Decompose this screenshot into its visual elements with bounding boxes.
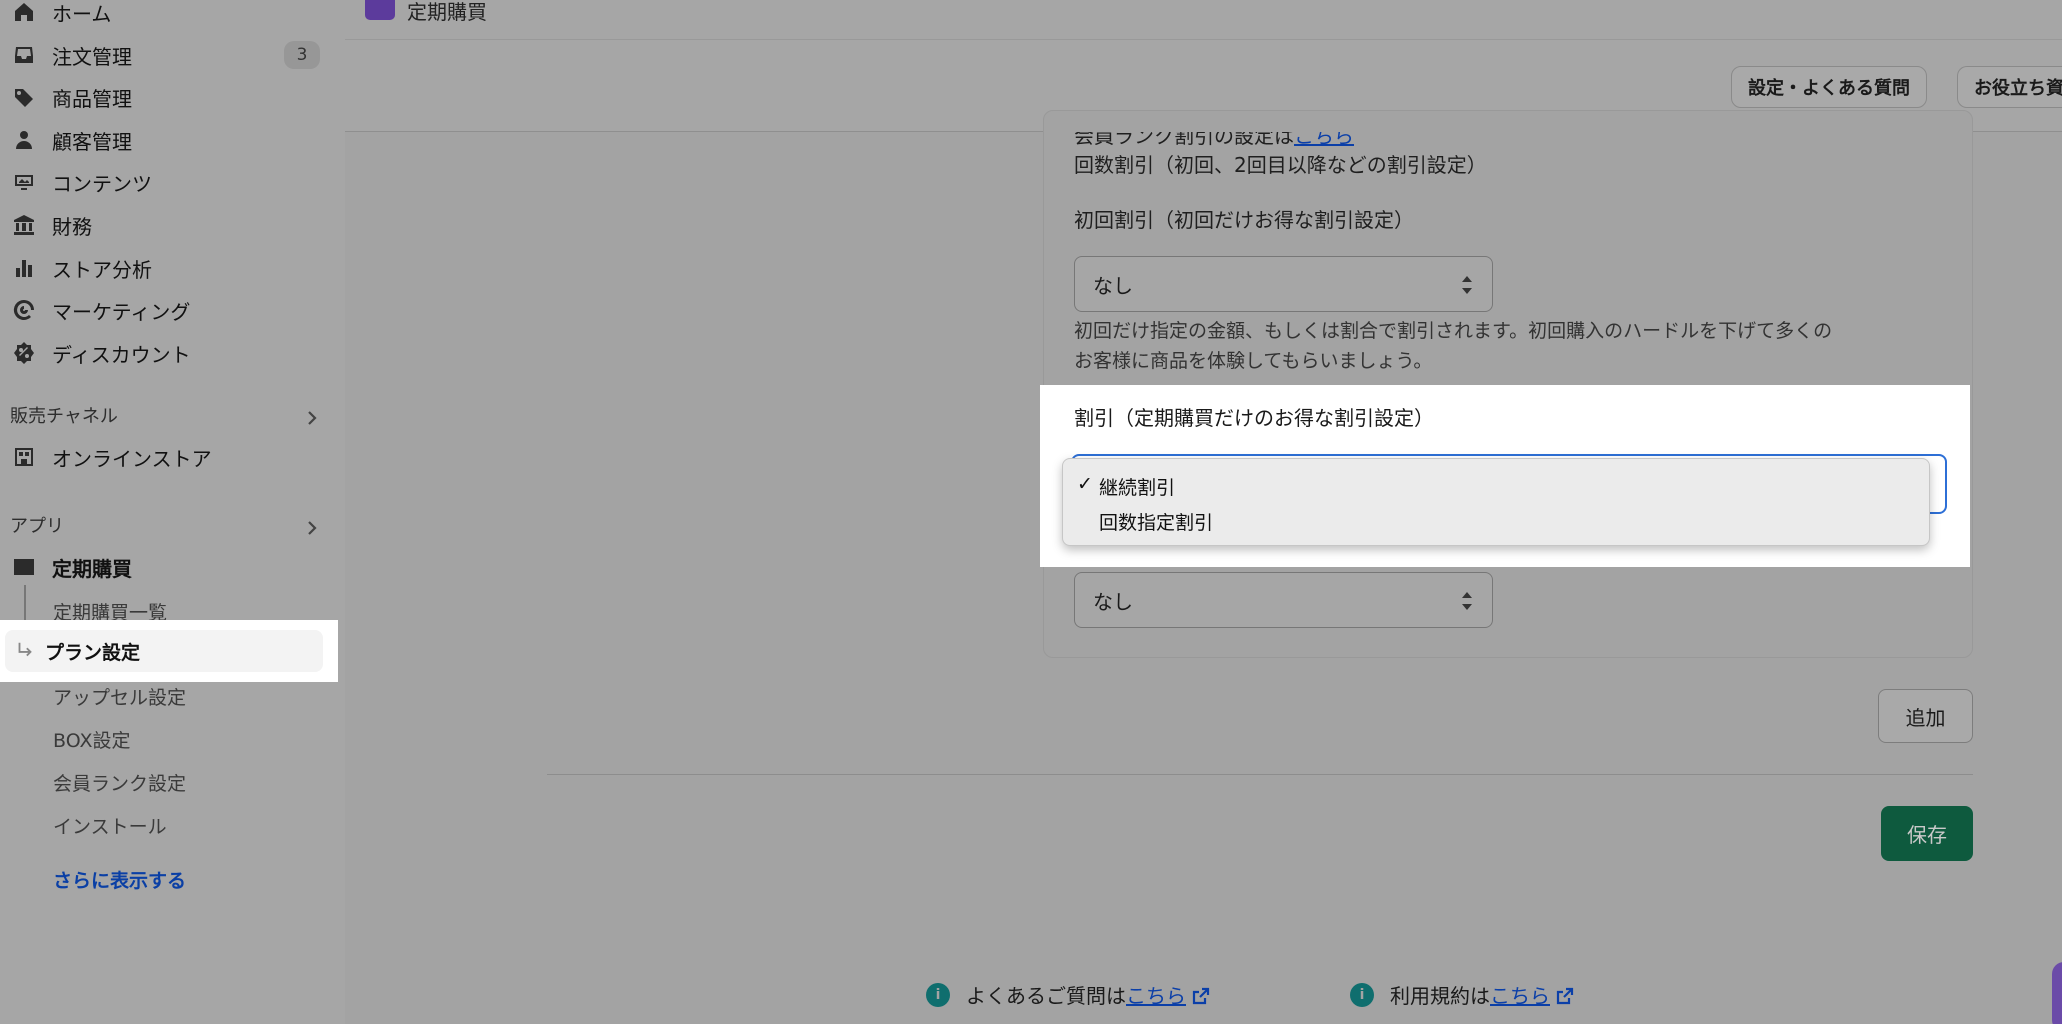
sidebar-item-customers[interactable]: 顧客管理	[10, 120, 330, 160]
select-value: なし	[1093, 273, 1133, 298]
sidebar-subitem-upsell-settings[interactable]: アップセル設定	[53, 683, 186, 710]
sidebar-item-label: 財務	[52, 214, 92, 239]
help-line: お客様に商品を体験してもらいましょう。	[1074, 350, 1433, 372]
sidebar-item-finance[interactable]: 財務	[10, 205, 330, 245]
sidebar-item-label: ディスカウント	[52, 342, 191, 367]
first-discount-select[interactable]: なし	[1074, 256, 1493, 312]
sidebar-item-analytics[interactable]: ストア分析	[10, 248, 330, 288]
target-icon	[10, 296, 38, 324]
tag-icon	[10, 83, 38, 111]
second-discount-select[interactable]: なし	[1074, 572, 1493, 628]
select-value: なし	[1093, 589, 1133, 614]
discount-icon	[10, 339, 38, 367]
chevron-right-icon[interactable]	[300, 406, 324, 430]
app-logo	[365, 0, 395, 20]
sidebar: ホーム 注文管理 3 商品管理 顧客管理 コンテンツ 財務 ストア分析 マーケテ…	[0, 0, 345, 1024]
app-topbar: 定期購買	[345, 0, 2062, 40]
info-icon: i	[926, 982, 950, 1007]
sales-channels-heading: 販売チャネル	[10, 406, 118, 427]
sidebar-item-subscription-app[interactable]: 定期購買	[10, 547, 330, 587]
sidebar-item-label: 定期購買	[52, 556, 132, 581]
external-link-icon[interactable]	[1192, 986, 1210, 1004]
subscription-discount-label: 割引（定期購買だけのお得な割引設定）	[1074, 406, 1434, 430]
terms-footer: i 利用規約は こちら	[1350, 980, 1574, 1009]
faq-link[interactable]: こちら	[1126, 980, 1186, 1009]
show-more-link[interactable]: さらに表示する	[53, 866, 186, 893]
resources-button[interactable]: お役立ち資	[1957, 66, 2062, 108]
sidebar-item-marketing[interactable]: マーケティング	[10, 290, 330, 330]
checkmark-icon: ✓	[1077, 473, 1093, 495]
sidebar-item-content[interactable]: コンテンツ	[10, 162, 330, 202]
chat-widget-tab[interactable]	[2052, 962, 2062, 1024]
sidebar-item-label: プラン設定	[45, 641, 141, 664]
subscription-app-icon	[10, 553, 38, 581]
sidebar-subitem-install[interactable]: インストール	[53, 812, 167, 839]
select-arrows-icon	[1462, 592, 1472, 610]
store-icon	[10, 443, 38, 471]
sidebar-item-online-store[interactable]: オンラインストア	[10, 437, 330, 477]
chevron-right-icon[interactable]	[300, 516, 324, 540]
divider	[547, 774, 1973, 775]
person-icon	[10, 126, 38, 154]
bar-chart-icon	[10, 254, 38, 282]
apps-heading: アプリ	[10, 516, 64, 537]
first-discount-help: 初回だけ指定の金額、もしくは割合で割引されます。初回購入のハードルを下げて多くの…	[1074, 316, 1974, 376]
bank-icon	[10, 211, 38, 239]
sidebar-item-label: 注文管理	[52, 44, 132, 69]
sidebar-item-label: コンテンツ	[52, 171, 152, 196]
sidebar-item-label: マーケティング	[52, 299, 191, 324]
tree-arrow-icon	[5, 640, 45, 662]
sidebar-item-label: ストア分析	[52, 257, 152, 282]
sidebar-item-products[interactable]: 商品管理	[10, 77, 330, 117]
terms-text: 利用規約は	[1390, 984, 1490, 1008]
sidebar-item-home[interactable]: ホーム	[10, 0, 330, 32]
faq-footer: i よくあるご質問は こちら	[926, 980, 1210, 1009]
first-discount-label: 初回割引（初回だけお得な割引設定）	[1074, 208, 1414, 232]
sidebar-subitem-plan-settings[interactable]: プラン設定	[5, 630, 323, 672]
info-icon: i	[1350, 982, 1374, 1007]
terms-link[interactable]: こちら	[1490, 980, 1550, 1009]
sidebar-item-label: 商品管理	[52, 86, 132, 111]
settings-faq-button[interactable]: 設定・よくある質問	[1731, 66, 1927, 108]
sidebar-subitem-box-settings[interactable]: BOX設定	[53, 726, 130, 753]
sidebar-item-discounts[interactable]: ディスカウント	[10, 333, 330, 373]
sidebar-item-label: ホーム	[52, 1, 112, 26]
sidebar-item-label: オンラインストア	[52, 446, 212, 471]
image-icon	[10, 168, 38, 196]
save-button[interactable]: 保存	[1881, 806, 1973, 861]
help-line: 初回だけ指定の金額、もしくは割合で割引されます。初回購入のハードルを下げて多くの	[1074, 320, 1833, 342]
discount-type-dropdown: ✓ 継続割引 回数指定割引	[1062, 458, 1930, 546]
app-title: 定期購買	[407, 0, 487, 24]
faq-text: よくあるご質問は	[966, 984, 1126, 1008]
home-icon	[10, 0, 38, 26]
select-arrows-icon	[1462, 276, 1472, 294]
sidebar-subitem-member-rank-settings[interactable]: 会員ランク設定	[53, 769, 186, 796]
sidebar-item-orders[interactable]: 注文管理 3	[10, 35, 330, 75]
add-button[interactable]: 追加	[1878, 689, 1973, 743]
external-link-icon[interactable]	[1556, 986, 1574, 1004]
sidebar-item-label: 顧客管理	[52, 129, 132, 154]
inbox-icon	[10, 41, 38, 69]
count-discount-label: 回数割引（初回、2回目以降などの割引設定）	[1074, 153, 1487, 177]
dropdown-option-continuous-discount[interactable]: 継続割引	[1099, 473, 1175, 500]
dropdown-option-count-discount[interactable]: 回数指定割引	[1099, 508, 1213, 535]
orders-count-badge: 3	[284, 41, 320, 69]
